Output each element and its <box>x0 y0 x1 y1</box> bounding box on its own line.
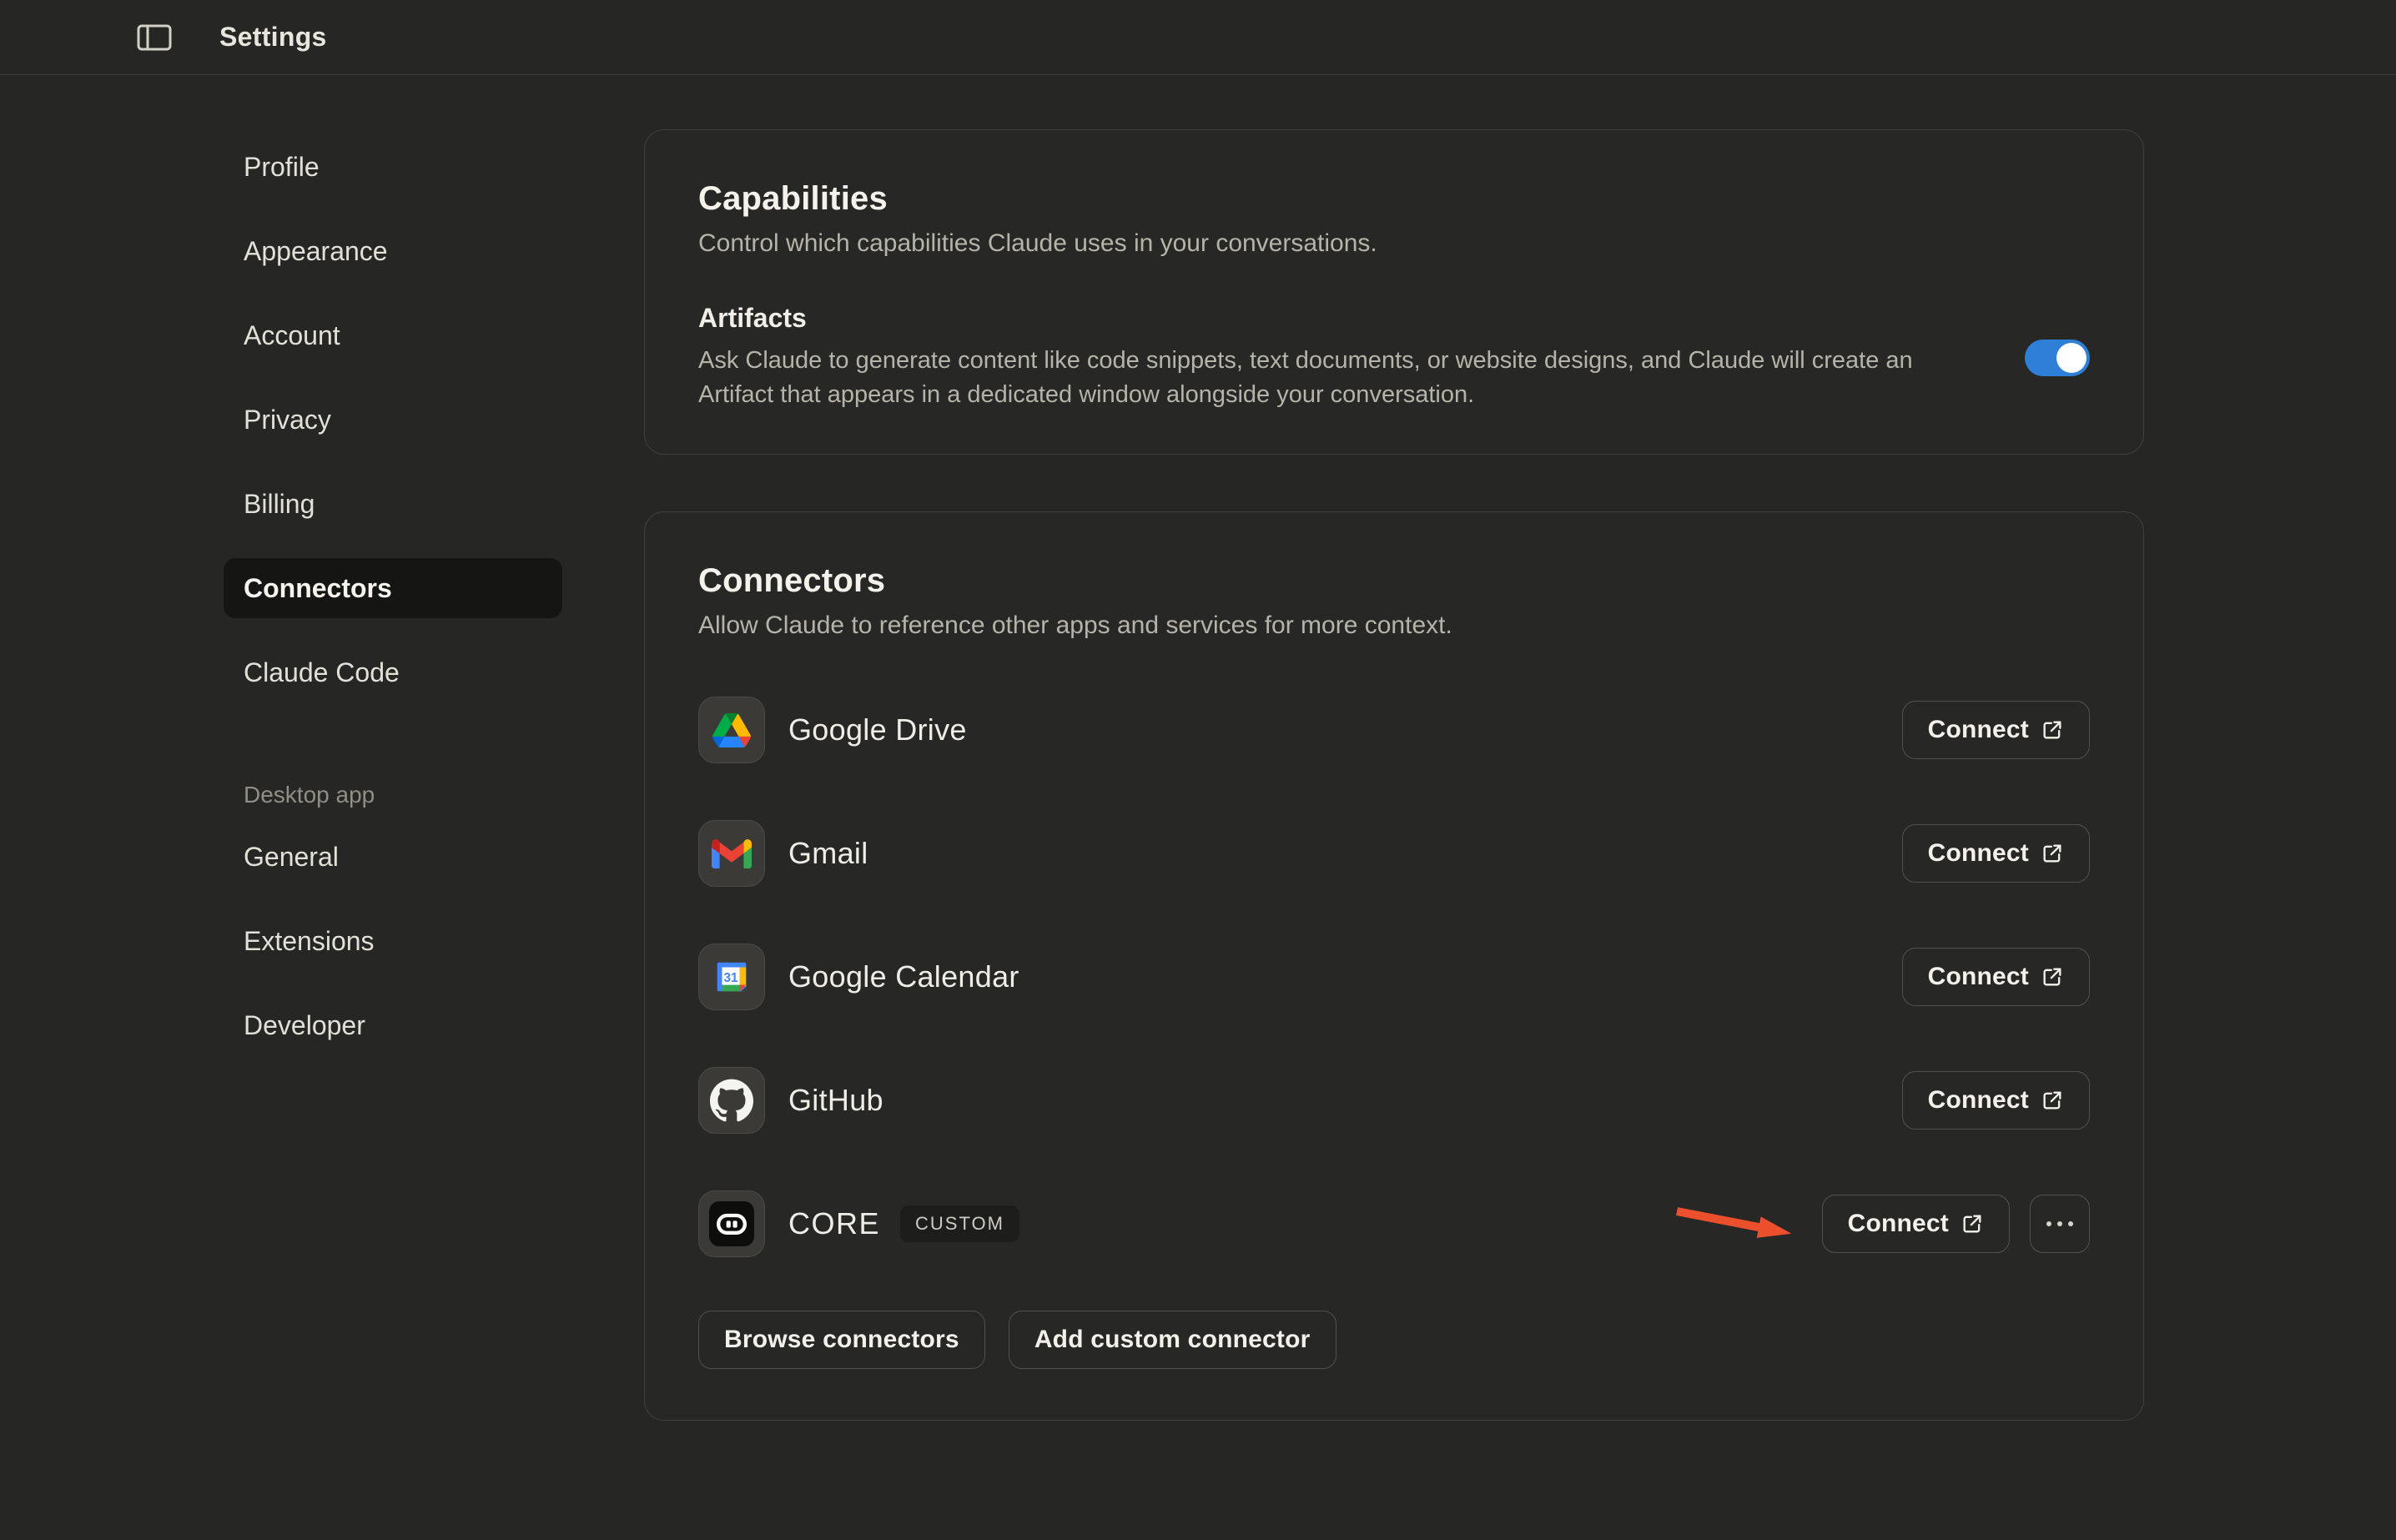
connect-label: Connect <box>1848 1210 1949 1238</box>
core-more-options-button[interactable] <box>2030 1195 2090 1253</box>
connectors-footer: Browse connectors Add custom connector <box>698 1311 2090 1369</box>
capabilities-card: Capabilities Control which capabilities … <box>644 129 2144 455</box>
page-title: Settings <box>219 22 327 53</box>
connector-row-core: CORE CUSTOM Connect <box>698 1162 2090 1286</box>
sidebar-item-extensions[interactable]: Extensions <box>224 911 562 971</box>
sidebar-item-general[interactable]: General <box>224 827 562 887</box>
connect-label: Connect <box>1928 716 2029 744</box>
capabilities-subtitle: Control which capabilities Claude uses i… <box>698 229 2090 258</box>
ellipsis-icon <box>2046 1221 2073 1226</box>
connect-google-drive-button[interactable]: Connect <box>1902 701 2090 759</box>
connectors-list: Google Drive Connect <box>698 668 2090 1286</box>
sidebar-item-billing[interactable]: Billing <box>224 474 562 534</box>
google-calendar-tile: 31 <box>698 944 765 1010</box>
connectors-card: Connectors Allow Claude to reference oth… <box>644 511 2144 1421</box>
connect-label: Connect <box>1928 963 2029 991</box>
core-tile <box>698 1190 765 1257</box>
header: Settings <box>0 0 2396 75</box>
connector-name: CORE <box>788 1206 880 1241</box>
sidebar-spacer <box>224 727 562 777</box>
toggle-knob <box>2056 343 2086 373</box>
settings-sidebar: Profile Appearance Account Privacy Billi… <box>224 137 562 1080</box>
sidebar-item-appearance[interactable]: Appearance <box>224 221 562 281</box>
capabilities-title: Capabilities <box>698 180 2090 218</box>
github-tile <box>698 1067 765 1134</box>
connect-github-button[interactable]: Connect <box>1902 1071 2090 1130</box>
google-drive-icon <box>712 713 751 747</box>
connector-name: Google Calendar <box>788 959 1019 994</box>
connect-google-calendar-button[interactable]: Connect <box>1902 948 2090 1006</box>
connectors-subtitle: Allow Claude to reference other apps and… <box>698 611 2090 640</box>
connectors-title: Connectors <box>698 562 2090 600</box>
annotation-arrow <box>1674 1200 1799 1241</box>
connect-gmail-button[interactable]: Connect <box>1902 824 2090 883</box>
connector-name: Gmail <box>788 836 868 871</box>
sidebar-item-privacy[interactable]: Privacy <box>224 390 562 450</box>
custom-badge: CUSTOM <box>900 1205 1019 1242</box>
google-drive-tile <box>698 697 765 763</box>
sidebar-toggle-button[interactable] <box>136 23 173 52</box>
connector-row-google-calendar: 31 Google Calendar Connect <box>698 915 2090 1039</box>
core-icon <box>709 1201 754 1246</box>
google-calendar-icon: 31 <box>712 958 751 996</box>
sidebar-panel-icon <box>137 24 172 51</box>
sidebar-item-developer[interactable]: Developer <box>224 995 562 1055</box>
external-link-icon <box>2041 842 2064 865</box>
gmail-tile <box>698 820 765 887</box>
connect-label: Connect <box>1928 1086 2029 1115</box>
sidebar-item-account[interactable]: Account <box>224 305 562 365</box>
connector-row-google-drive: Google Drive Connect <box>698 668 2090 792</box>
external-link-icon <box>1961 1212 1984 1236</box>
gmail-icon <box>712 838 752 868</box>
sidebar-item-profile[interactable]: Profile <box>224 137 562 197</box>
external-link-icon <box>2041 965 2064 989</box>
connect-core-button[interactable]: Connect <box>1822 1195 2010 1253</box>
sidebar-item-claude-code[interactable]: Claude Code <box>224 642 562 702</box>
connector-name: Google Drive <box>788 712 967 747</box>
browse-connectors-button[interactable]: Browse connectors <box>698 1311 985 1369</box>
connector-row-gmail: Gmail Connect <box>698 792 2090 915</box>
connector-row-github: GitHub Connect <box>698 1039 2090 1162</box>
sidebar-item-connectors[interactable]: Connectors <box>224 558 562 618</box>
github-icon <box>710 1079 753 1122</box>
artifacts-toggle[interactable] <box>2025 340 2090 376</box>
connector-name: GitHub <box>788 1083 883 1118</box>
sidebar-section-desktop-app: Desktop app <box>224 777 562 813</box>
connect-label: Connect <box>1928 839 2029 868</box>
external-link-icon <box>2041 1089 2064 1112</box>
artifacts-description: Ask Claude to generate content like code… <box>698 344 1966 412</box>
add-custom-connector-button[interactable]: Add custom connector <box>1009 1311 1336 1369</box>
artifacts-setting-row: Artifacts Ask Claude to generate content… <box>698 303 2090 412</box>
external-link-icon <box>2041 718 2064 742</box>
artifacts-title: Artifacts <box>698 303 1966 334</box>
svg-text:31: 31 <box>724 971 739 985</box>
